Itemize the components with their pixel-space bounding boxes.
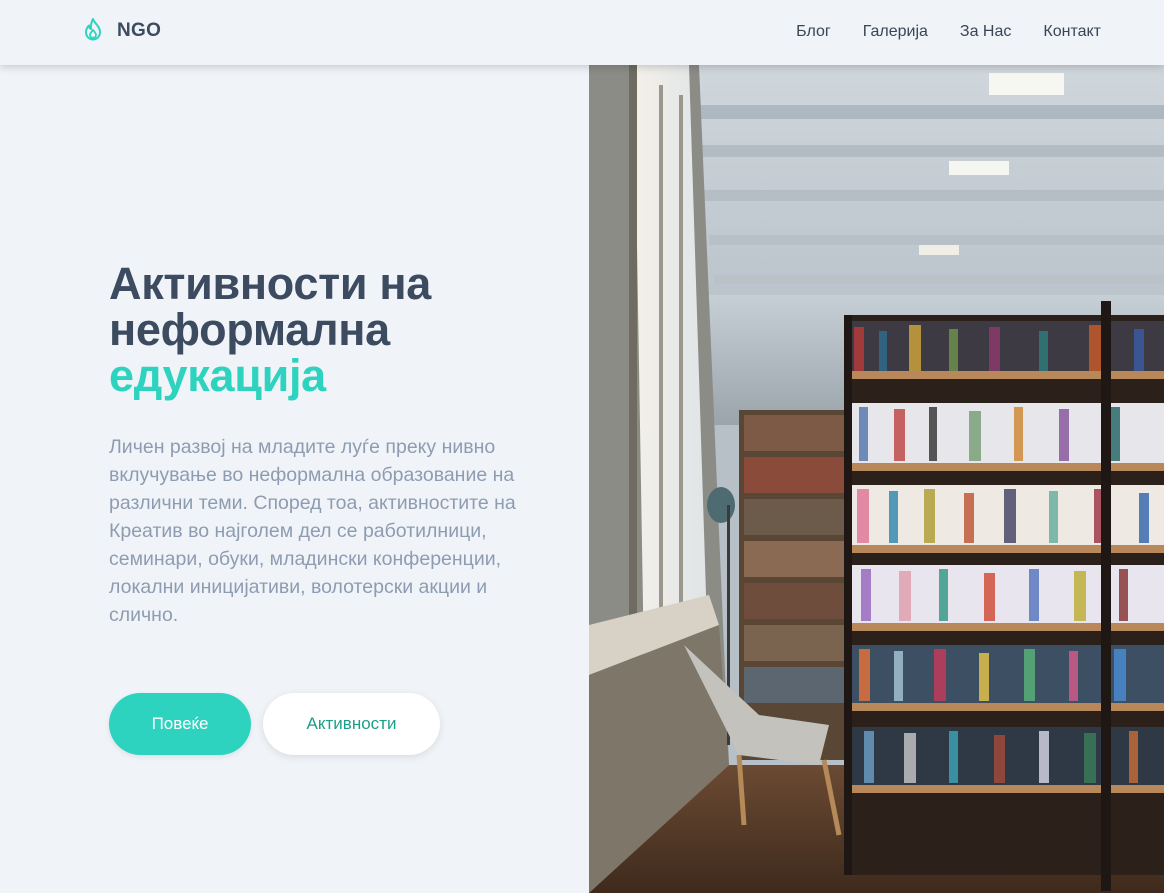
- nav-link-gallery[interactable]: Галерија: [863, 21, 928, 43]
- hero-title-line: неформална: [109, 304, 390, 355]
- brand-name: NGO: [117, 20, 162, 41]
- more-button[interactable]: Повеќе: [109, 693, 251, 755]
- flame-drop-icon: [82, 17, 104, 46]
- activities-button[interactable]: Активности: [263, 693, 440, 755]
- library-photo: [589, 65, 1164, 893]
- hero-title-accent: едукација: [109, 350, 326, 401]
- nav-link-blog[interactable]: Блог: [796, 21, 831, 43]
- hero-content: Активности на неформална едукација Личен…: [0, 65, 589, 893]
- navbar: NGO Блог Галерија За Нас Контакт: [0, 0, 1164, 65]
- hero-description: Личен развој на младите луѓе преку нивно…: [109, 436, 516, 626]
- main-nav: Блог Галерија За Нас Контакт: [796, 21, 1101, 43]
- nav-link-contact[interactable]: Контакт: [1043, 21, 1101, 43]
- hero-title-line: Активности на: [109, 258, 431, 309]
- nav-link-about[interactable]: За Нас: [960, 21, 1011, 43]
- hero-title: Активности на неформална едукација: [109, 261, 579, 399]
- brand-logo-link[interactable]: NGO: [82, 17, 162, 46]
